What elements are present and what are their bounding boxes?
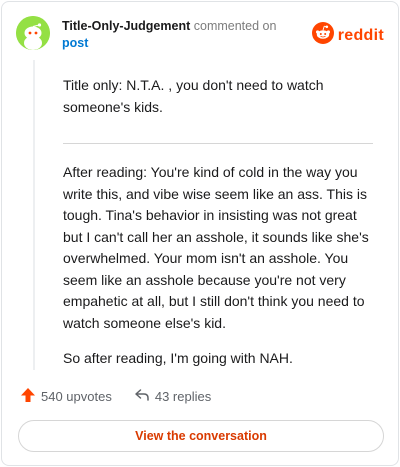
username[interactable]: Title-Only-Judgement xyxy=(62,19,190,33)
reply-count: 43 replies xyxy=(154,389,212,404)
comment-header: Title-Only-Judgement commented on post r… xyxy=(16,16,384,56)
comment-meta: Title-Only-Judgement commented on post xyxy=(62,18,276,52)
view-conversation-button[interactable]: View the conversation xyxy=(18,420,384,452)
upvote-count: 540 upvotes xyxy=(41,389,112,404)
snoo-avatar-icon[interactable] xyxy=(16,16,50,50)
upvote-stat[interactable]: 540 upvotes xyxy=(20,387,112,406)
reddit-brand[interactable]: reddit xyxy=(311,22,384,49)
thread-line xyxy=(33,60,35,370)
paragraph-divider xyxy=(63,143,373,144)
comment-stats: 540 upvotes 43 replies xyxy=(20,387,211,406)
comment-card: Title-Only-Judgement commented on post r… xyxy=(1,1,399,466)
comment-paragraph-verdict: So after reading, I'm going with NAH. xyxy=(63,350,293,366)
comment-paragraph-after-reading: After reading: You're kind of cold in th… xyxy=(63,164,369,331)
reply-stat[interactable]: 43 replies xyxy=(134,387,211,406)
post-link[interactable]: post xyxy=(62,35,276,52)
upvote-arrow-icon xyxy=(20,387,36,406)
reddit-wordmark: reddit xyxy=(337,26,384,44)
reply-arrow-icon xyxy=(134,387,150,406)
reddit-logo-icon xyxy=(311,22,334,49)
comment-action-text: commented on xyxy=(193,19,277,33)
comment-body: Title only: N.T.A. , you don't need to w… xyxy=(63,75,379,370)
comment-paragraph-title-only: Title only: N.T.A. , you don't need to w… xyxy=(63,77,324,115)
